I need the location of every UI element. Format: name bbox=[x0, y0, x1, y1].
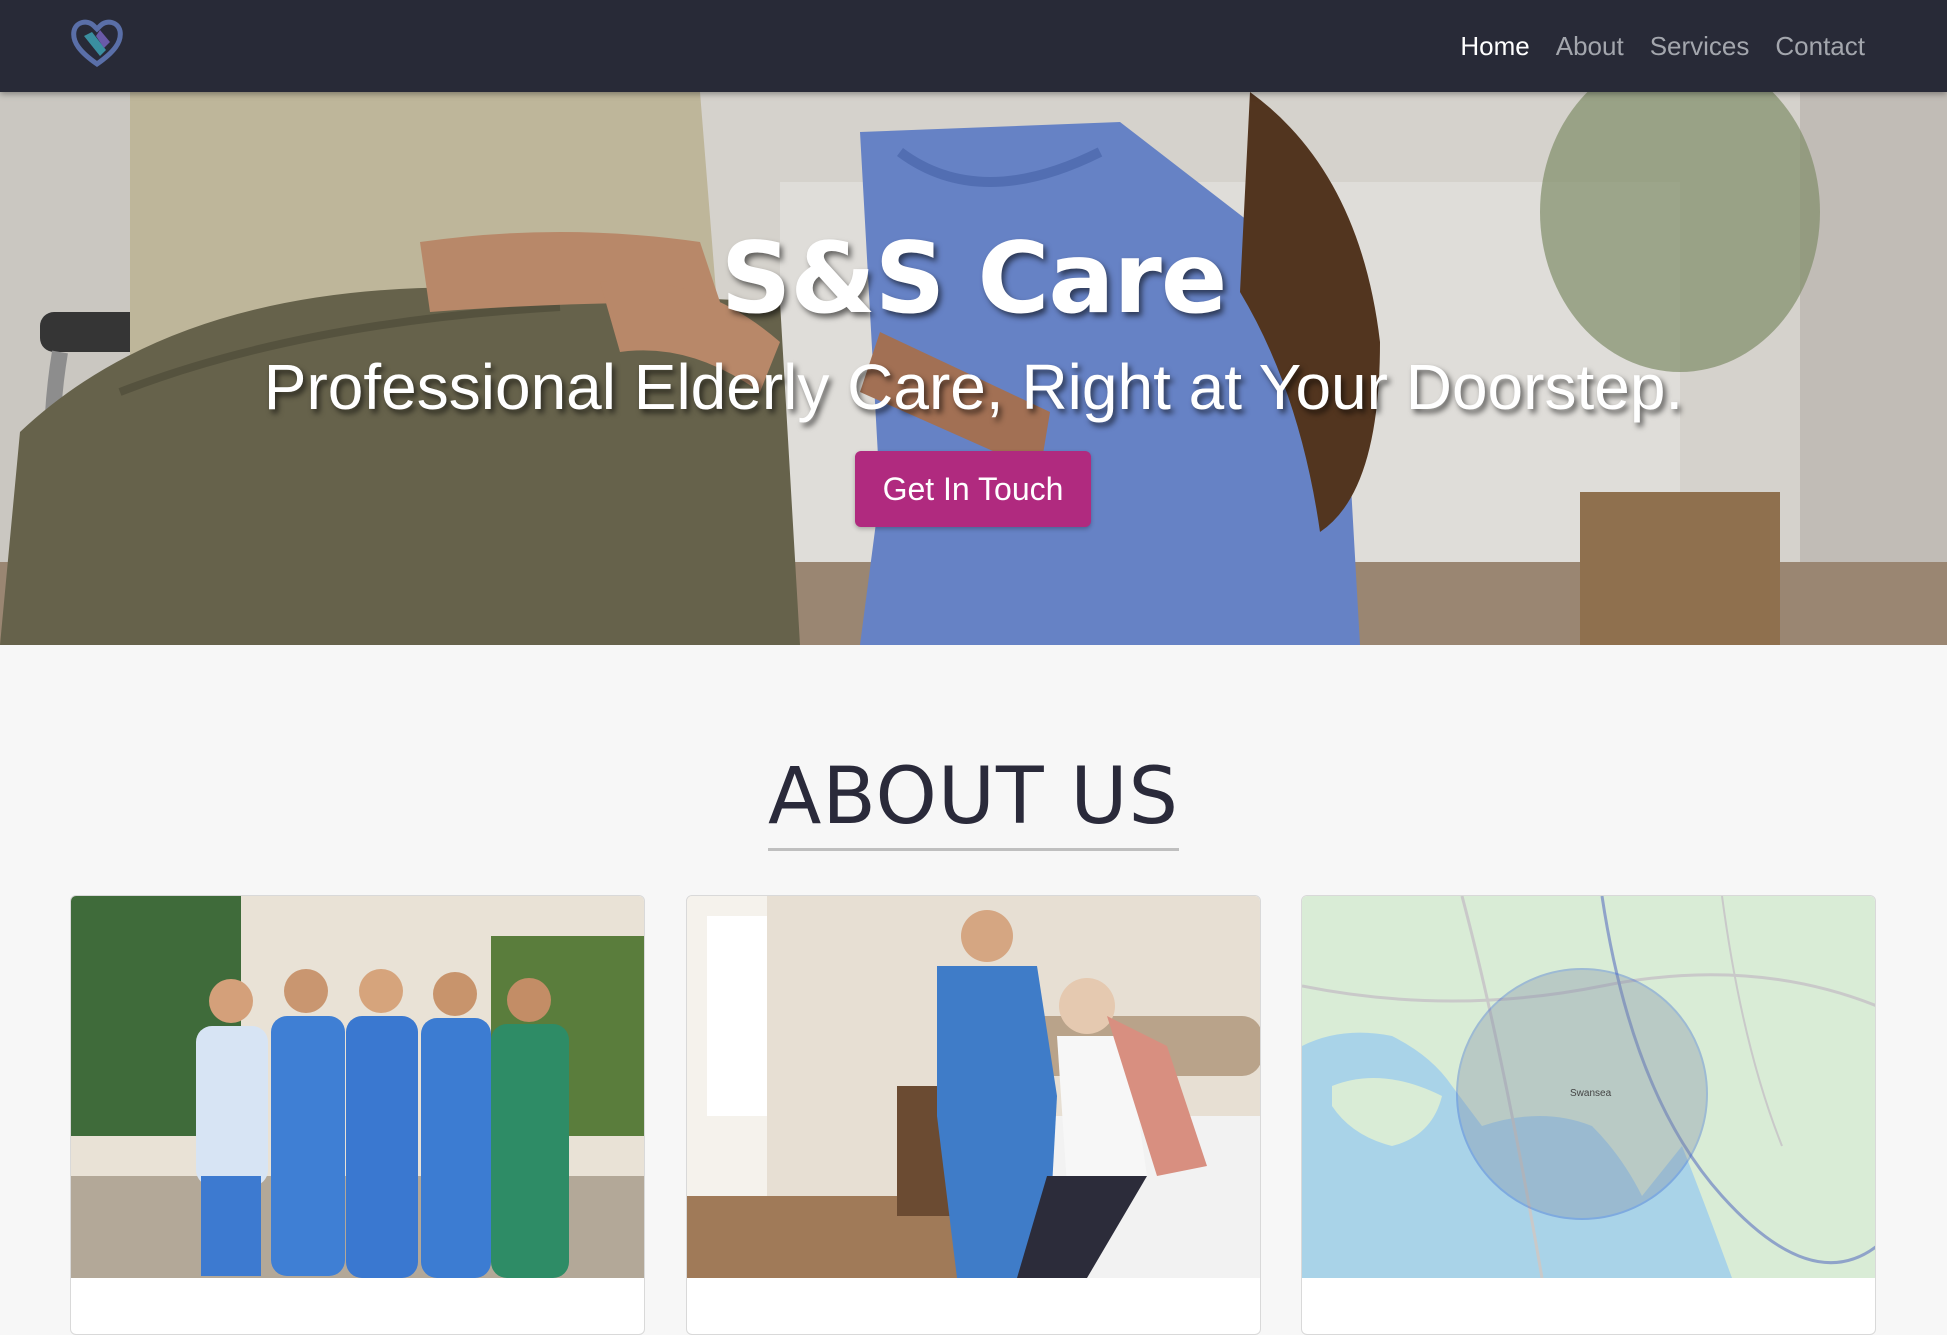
heart-logo-icon[interactable] bbox=[70, 16, 124, 70]
nav-services[interactable]: Services bbox=[1650, 31, 1750, 62]
navbar: Home About Services Contact bbox=[0, 0, 1947, 92]
nav-about[interactable]: About bbox=[1556, 31, 1624, 62]
about-card-care[interactable] bbox=[686, 895, 1261, 1335]
nav-contact[interactable]: Contact bbox=[1775, 31, 1865, 62]
about-heading-wrap: ABOUT US bbox=[0, 752, 1947, 851]
map-label-swansea: Swansea bbox=[1570, 1088, 1612, 1099]
nav-home[interactable]: Home bbox=[1460, 31, 1529, 62]
hero-section: S&S Care Professional Elderly Care, Righ… bbox=[0, 92, 1947, 645]
main-nav: Home About Services Contact bbox=[1460, 0, 1865, 92]
get-in-touch-button[interactable]: Get In Touch bbox=[855, 451, 1091, 527]
about-heading: ABOUT US bbox=[767, 752, 1180, 851]
caregiver-helping-elderly-photo bbox=[687, 896, 1260, 1278]
care-team-photo bbox=[71, 896, 644, 1278]
about-card-team[interactable] bbox=[70, 895, 645, 1335]
hero-title: S&S Care bbox=[720, 222, 1228, 336]
hero-subtitle: Professional Elderly Care, Right at Your… bbox=[263, 351, 1684, 423]
service-area-map: Swansea bbox=[1302, 896, 1875, 1278]
about-card-area[interactable]: Swansea bbox=[1301, 895, 1876, 1335]
